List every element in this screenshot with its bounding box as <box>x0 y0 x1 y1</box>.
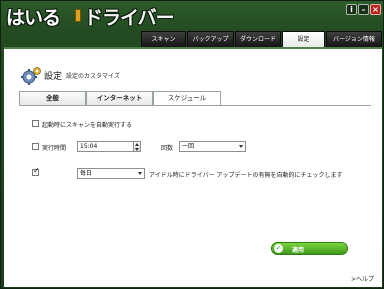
chevron-down-icon <box>239 145 243 148</box>
subtab-divider <box>19 105 371 106</box>
subtab-general[interactable]: 全般 <box>19 91 86 105</box>
apply-button[interactable]: ✓ 適用 <box>271 242 348 255</box>
page-title: 設定 <box>44 72 63 82</box>
apply-button-label: 適用 <box>292 247 305 254</box>
idle-frequency-select[interactable]: 毎日 <box>77 168 145 179</box>
info-button[interactable]: i <box>346 4 357 15</box>
count-select-value: 一回 <box>182 143 195 150</box>
checkmark-icon: ✓ <box>33 166 40 175</box>
tab-version-info[interactable]: バージョン情報 <box>326 31 382 47</box>
app-logo: はいる ドライバー <box>6 3 196 29</box>
subtab-internet[interactable]: インターネット <box>86 91 153 105</box>
autoscan-label: 起動時にスキャンを自動実行する <box>42 122 133 129</box>
page-subtitle: 設定のカスタマイズ <box>66 73 120 80</box>
subtab-schedule[interactable]: スケジュール <box>153 91 221 106</box>
close-button[interactable]: × <box>370 4 381 15</box>
autoscan-checkbox[interactable] <box>32 120 39 127</box>
chevron-down-icon <box>138 172 142 175</box>
runtime-label: 実行時間 <box>42 145 67 152</box>
count-label: 回数 <box>161 145 174 152</box>
tab-scan[interactable]: スキャン <box>141 31 186 47</box>
runtime-time-input[interactable]: 15:04 <box>77 141 134 152</box>
runtime-checkbox[interactable] <box>32 143 39 150</box>
check-circle-icon: ✓ <box>274 244 283 253</box>
tab-settings[interactable]: 設定 <box>282 31 325 48</box>
logo-katakana: ドライバー <box>84 7 175 29</box>
tab-backup[interactable]: バックアップ <box>187 31 234 47</box>
tab-download[interactable]: ダウンロード <box>235 31 281 47</box>
logo-mark <box>75 9 81 22</box>
idle-frequency-value: 毎日 <box>80 170 93 177</box>
gear-icon <box>21 67 41 85</box>
runtime-spinner[interactable] <box>134 141 141 152</box>
settings-panel: 設定 設定のカスタマイズ 全般 インターネット スケジュール 起動時にスキャンを… <box>4 47 382 287</box>
idle-check-label: アイドル時にドライバー アップデートの有無を自動的にチェックします <box>149 172 343 179</box>
idle-check-checkbox[interactable]: ✓ <box>32 166 40 176</box>
logo-hiragana: はいる <box>6 7 61 29</box>
minimize-button[interactable]: – <box>358 4 369 15</box>
main-nav: スキャン バックアップ ダウンロード 設定 バージョン情報 <box>141 31 384 48</box>
app-window: はいる ドライバー i – × スキャン バックアップ ダウンロード 設定 バー… <box>0 0 384 289</box>
count-select[interactable]: 一回 <box>179 141 246 152</box>
help-link[interactable]: >ヘルプ <box>351 274 374 283</box>
